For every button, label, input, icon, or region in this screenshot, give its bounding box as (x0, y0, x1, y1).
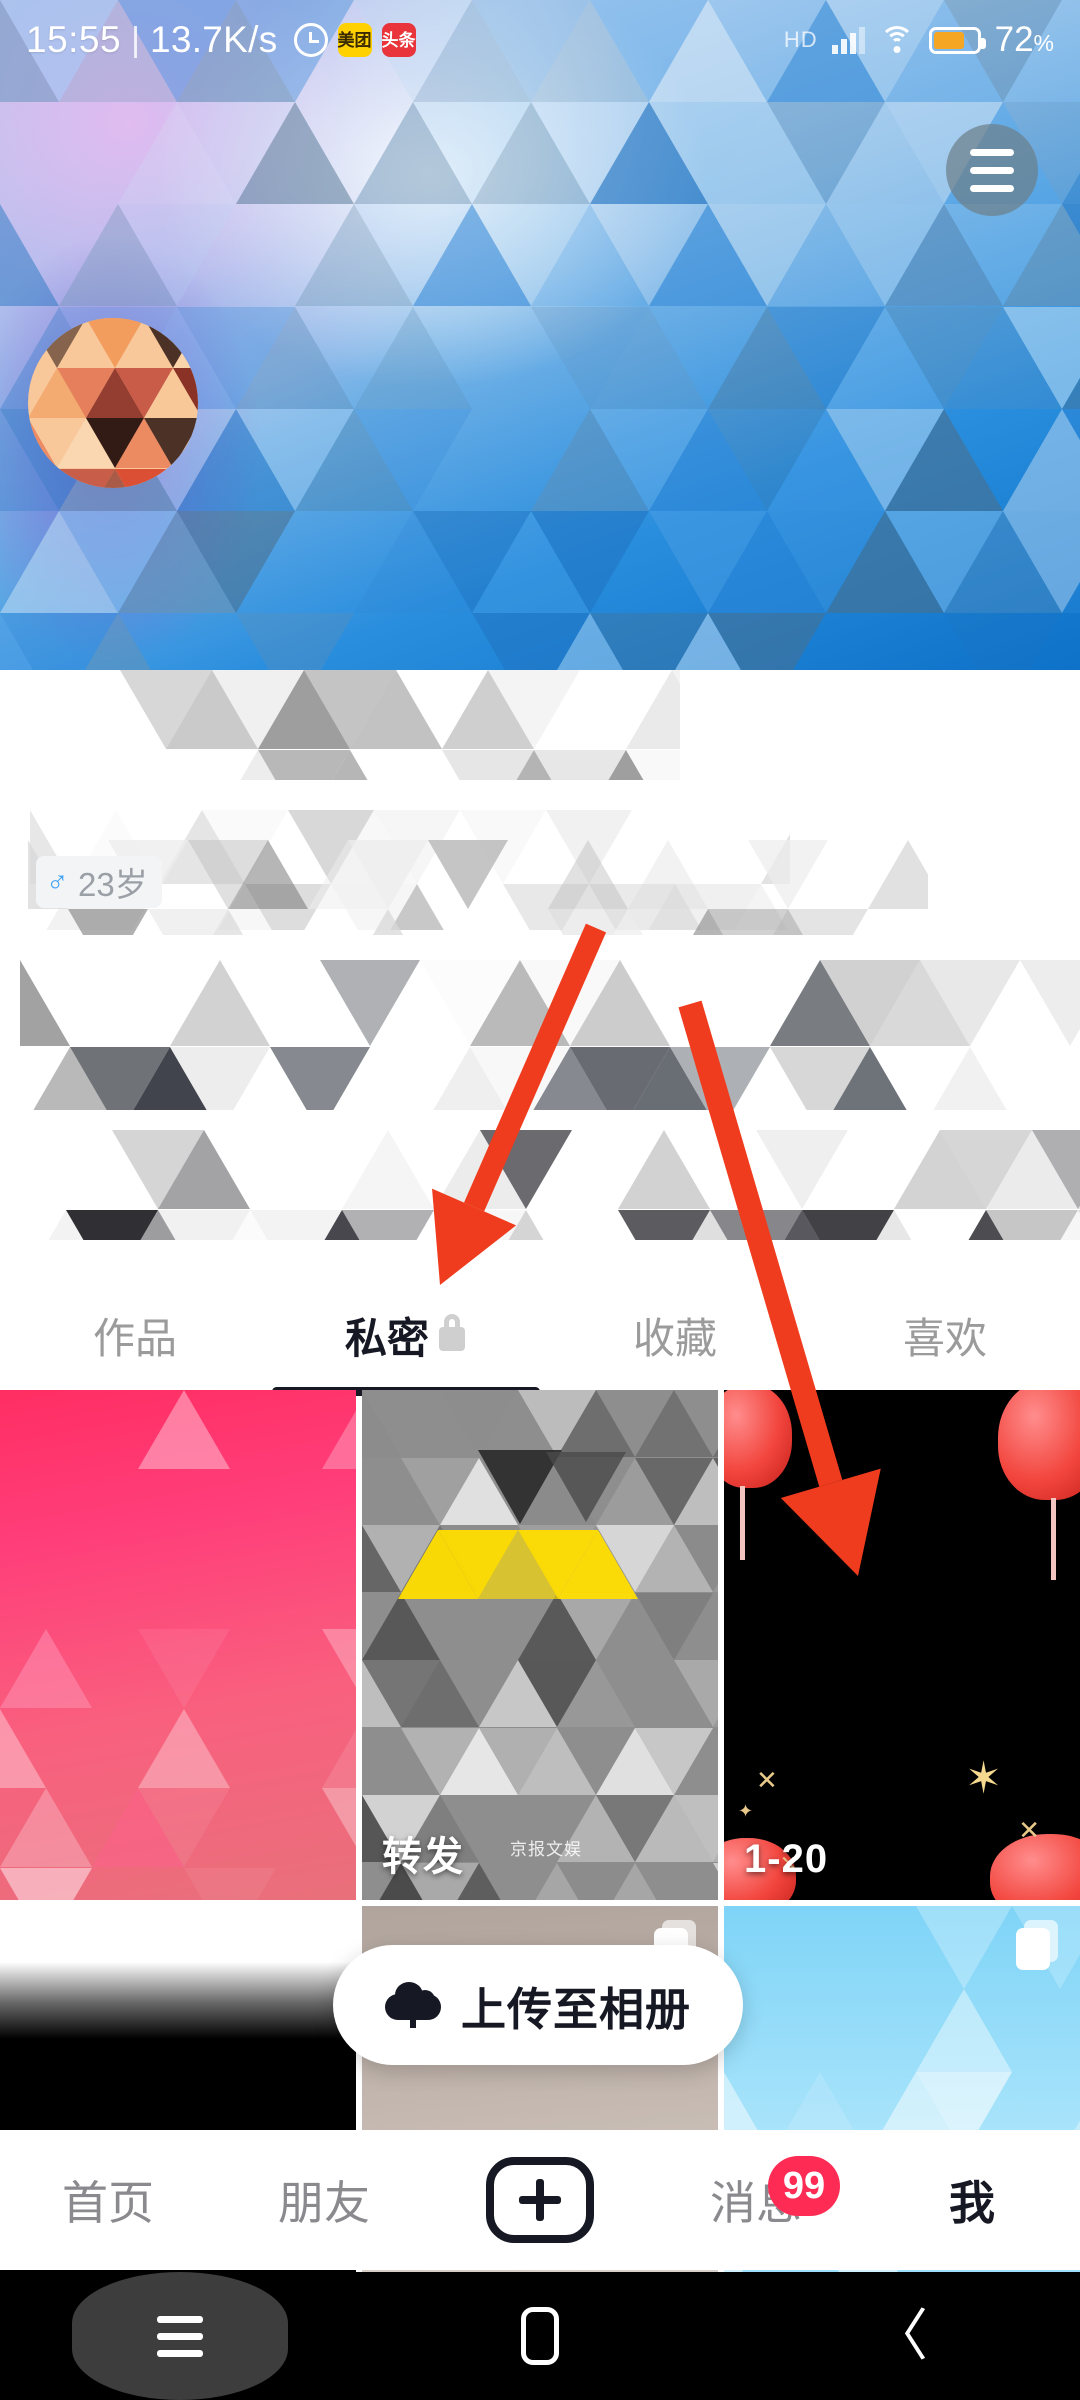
plus-create-icon (486, 2157, 594, 2243)
lantern-tassel (740, 1486, 745, 1560)
sparkle-icon: ✕ (756, 1765, 778, 1795)
messages-badge: 99 (768, 2156, 840, 2216)
profile-tab-bar: 作品 私密 收藏 喜欢 (0, 1270, 1080, 1400)
sparkle-icon: ✦ (738, 1801, 754, 1821)
profile-info-section: ♂ 23岁 (0, 670, 1080, 1270)
signal-bars-icon (831, 26, 865, 54)
recents-icon (72, 2272, 288, 2400)
upload-to-album-button[interactable]: 上传至相册 (333, 1945, 743, 2065)
android-back-button[interactable]: 〈 (720, 2272, 1080, 2400)
status-net-speed: 13.7K/s (149, 19, 278, 60)
status-bar-right: HD 72% (784, 20, 1054, 60)
phone-screen: 15:55 | 13.7K/s 美团 头条 HD 72% ♂ 23岁 作品 私密 (0, 0, 1080, 2400)
toutiao-notification-icon: 头条 (381, 23, 416, 57)
nav-item-create[interactable] (432, 2130, 648, 2270)
grid-item-3-label: 1-20 (744, 1837, 829, 1881)
nav-item-friends-label: 朋友 (278, 2177, 370, 2229)
grid-item-2[interactable]: 转发 京报文娱 (362, 1390, 718, 1900)
nav-item-me-label: 我 (949, 2177, 995, 2229)
wifi-icon (879, 26, 915, 54)
tab-favorites[interactable]: 收藏 (540, 1270, 810, 1400)
grid-item-2-sublabel: 京报文娱 (510, 1840, 582, 1859)
battery-icon (928, 26, 986, 54)
tab-private-label: 私密 (344, 1314, 429, 1362)
alarm-clock-icon (293, 23, 328, 57)
grid-item-2-label: 转发 (382, 1835, 464, 1879)
lantern-tassel (1051, 1498, 1056, 1580)
status-bar: 15:55 | 13.7K/s 美团 头条 HD 72% (0, 0, 1080, 80)
nav-item-home-label: 首页 (62, 2177, 154, 2229)
battery-percent-symbol: % (1033, 30, 1054, 56)
tab-likes[interactable]: 喜欢 (810, 1270, 1080, 1400)
lantern-decor (724, 1390, 792, 1488)
nav-item-home[interactable]: 首页 (0, 2130, 216, 2270)
status-time: 15:55 (26, 19, 122, 60)
android-home-button[interactable] (360, 2272, 720, 2400)
avatar[interactable] (28, 318, 198, 488)
cloud-upload-icon (384, 1982, 441, 2028)
battery-percent-value: 72 (994, 20, 1034, 59)
upload-to-album-label: 上传至相册 (460, 1983, 691, 2035)
profile-cover-banner[interactable] (0, 0, 1080, 670)
tab-works[interactable]: 作品 (0, 1270, 270, 1400)
tab-works-label: 作品 (92, 1314, 177, 1362)
back-icon: 〈 (872, 2304, 928, 2367)
hamburger-menu-icon[interactable] (946, 124, 1038, 216)
grid-item-1[interactable] (0, 1390, 356, 1900)
tab-favorites-label: 收藏 (632, 1314, 717, 1362)
status-bar-left: 15:55 | 13.7K/s 美团 头条 (26, 19, 416, 61)
gender-age-badge: ♂ 23岁 (36, 856, 162, 908)
status-divider: | (131, 20, 140, 59)
android-recents-button[interactable] (0, 2272, 360, 2400)
lantern-decor (998, 1390, 1080, 1500)
tab-private[interactable]: 私密 (270, 1270, 540, 1400)
nav-item-me[interactable]: 我 (864, 2130, 1080, 2270)
bottom-navigation-bar: 首页 朋友 消息 99 我 (0, 2130, 1080, 2270)
male-symbol-icon: ♂ (46, 865, 69, 898)
home-icon (521, 2307, 559, 2365)
grid-item-3[interactable]: ✕ ✦ ✕ ✶ ✕ 1-20 (724, 1390, 1080, 1900)
lock-icon (439, 1314, 465, 1351)
battery-percent: 72% (995, 20, 1054, 60)
android-navigation-bar: 〈 (0, 2272, 1080, 2400)
nav-item-messages[interactable]: 消息 99 (648, 2130, 864, 2270)
age-label: 23岁 (78, 866, 148, 903)
sparkle-icon: ✶ (965, 1754, 1002, 1803)
nav-item-friends[interactable]: 朋友 (216, 2130, 432, 2270)
hd-label: HD (783, 27, 818, 52)
tab-likes-label: 喜欢 (902, 1314, 987, 1362)
sparkle-icon: ✕ (1018, 1815, 1040, 1845)
multi-photo-icon (1016, 1920, 1058, 1972)
meituan-notification-icon: 美团 (337, 23, 372, 57)
grid-item-4-top-gradient (0, 1906, 356, 2039)
